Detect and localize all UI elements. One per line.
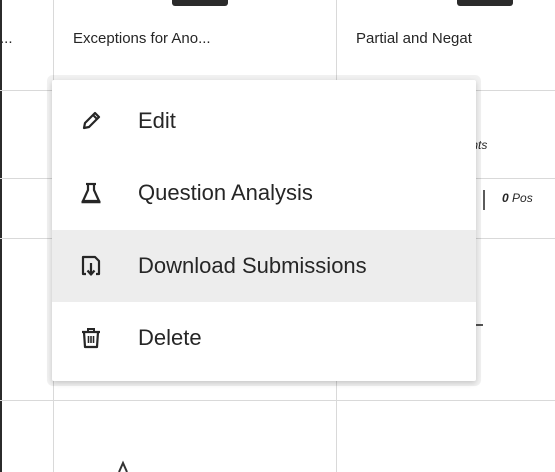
partial-icon	[118, 460, 128, 472]
column-header-tab	[172, 0, 228, 6]
download-icon	[80, 255, 102, 277]
pencil-icon	[80, 110, 102, 132]
column-header-tab	[457, 0, 513, 6]
menu-item-label: Question Analysis	[138, 180, 313, 205]
menu-item-delete[interactable]: Delete	[52, 302, 476, 374]
menu-item-edit[interactable]: Edit	[52, 85, 476, 157]
menu-item-label: Download Submissions	[138, 253, 367, 278]
trash-icon	[80, 327, 102, 349]
flask-icon	[80, 182, 102, 204]
window-left-border	[0, 0, 2, 472]
question-context-menu: Edit Question Analysis Download Submissi…	[52, 80, 476, 381]
menu-item-question-analysis[interactable]: Question Analysis	[52, 157, 476, 229]
empty-value-dash	[475, 324, 483, 326]
possible-points: 0 Pos	[502, 191, 533, 205]
menu-item-label: Delete	[138, 325, 202, 350]
menu-item-label: Edit	[138, 108, 176, 133]
menu-item-download-submissions[interactable]: Download Submissions	[52, 230, 476, 302]
column-header-truncated[interactable]: ...	[0, 30, 13, 47]
separator-tick	[483, 190, 485, 210]
column-header-exceptions[interactable]: Exceptions for Ano...	[73, 30, 211, 47]
row-divider	[0, 400, 555, 401]
column-header-partial-negative[interactable]: Partial and Negat	[356, 30, 472, 47]
